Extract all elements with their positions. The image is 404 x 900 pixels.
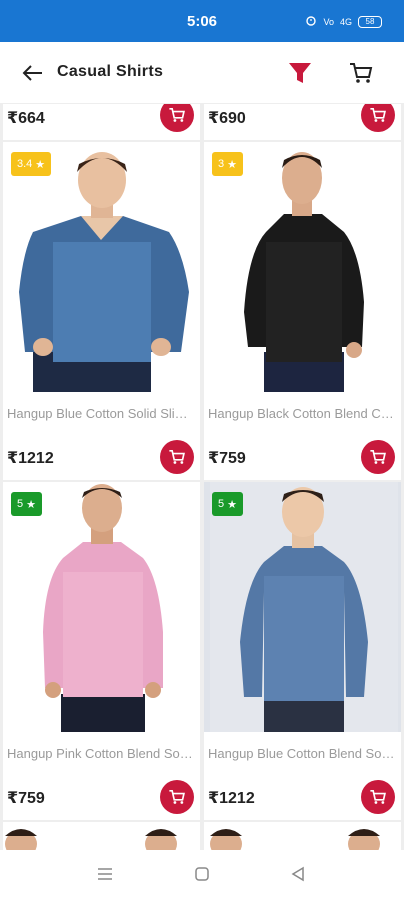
cart-icon [169, 449, 185, 464]
product-name: Hangup Black Cotton Blend Casual Shirt [208, 406, 396, 421]
cart-button[interactable] [348, 60, 376, 88]
product-price: ₹1212 [7, 450, 54, 467]
product-price: ₹1212 [208, 790, 255, 807]
battery-level: 58 [365, 16, 375, 26]
back-triangle-icon [291, 866, 304, 882]
product-image [204, 142, 401, 392]
star-icon: ★ [35, 158, 46, 171]
status-bar: 5:06 Vo 4G 58 [0, 0, 404, 42]
cart-icon [169, 789, 185, 804]
volte-icon: Vo [323, 16, 334, 27]
cart-icon [350, 63, 373, 83]
product-card-partial[interactable] [204, 822, 401, 850]
product-image [3, 822, 200, 850]
rating-value: 3 [218, 158, 225, 170]
cart-icon [370, 789, 386, 804]
home-square-icon [195, 867, 209, 881]
filter-button[interactable] [286, 59, 314, 87]
product-price: ₹759 [208, 450, 246, 467]
home-button[interactable] [194, 866, 214, 884]
star-icon: ★ [227, 158, 237, 171]
cart-icon [169, 107, 185, 122]
product-price: ₹759 [7, 790, 45, 807]
add-to-cart-button[interactable] [160, 780, 194, 814]
add-to-cart-button[interactable] [160, 440, 194, 474]
product-name: Hangup Pink Cotton Blend Solid Casual Sh… [7, 746, 195, 761]
product-image [204, 482, 401, 732]
rating-badge: 3 ★ [212, 152, 243, 176]
rating-value: 3.4 [17, 158, 33, 170]
system-back-button[interactable] [290, 866, 310, 884]
product-card-partial[interactable]: ₹664 [3, 104, 200, 140]
rating-badge: 5 ★ [11, 492, 42, 516]
star-icon: ★ [26, 498, 36, 511]
product-image [204, 822, 401, 850]
system-nav-bar [0, 850, 404, 900]
battery-icon: 58 [358, 15, 382, 28]
rating-value: 5 [17, 498, 24, 510]
app-bar: Casual Shirts [0, 42, 404, 104]
alarm-icon [305, 14, 317, 29]
recent-apps-button[interactable] [96, 866, 116, 884]
product-card[interactable]: 3 ★ Hangup Black Cotton Blend Casual Shi… [204, 142, 401, 480]
product-card[interactable]: 5 ★ Hangup Pink Cotton Blend Solid Casua… [3, 482, 200, 820]
product-price: ₹664 [7, 110, 45, 127]
status-icons: Vo 4G 58 [305, 14, 382, 29]
arrow-left-icon [22, 65, 42, 81]
product-image [3, 482, 200, 732]
product-card-partial[interactable] [3, 822, 200, 850]
add-to-cart-button[interactable] [361, 440, 395, 474]
rating-value: 5 [218, 498, 225, 510]
product-name: Hangup Blue Cotton Solid Slim Fit Casual… [7, 406, 195, 421]
product-grid: ₹664 ₹690 3.4 ★ Hangup Blue Cotton Solid… [0, 104, 404, 850]
add-to-cart-button[interactable] [361, 104, 395, 132]
product-image [3, 142, 200, 392]
cart-icon [370, 107, 386, 122]
product-card[interactable]: 3.4 ★ Hangup Blue Cotton Solid Slim Fit … [3, 142, 200, 480]
filter-icon [289, 63, 311, 83]
product-name: Hangup Blue Cotton Blend Solid Casual Sh… [208, 746, 396, 761]
add-to-cart-button[interactable] [361, 780, 395, 814]
cart-icon [370, 449, 386, 464]
page-title: Casual Shirts [57, 63, 164, 80]
rating-badge: 5 ★ [212, 492, 243, 516]
product-card-partial[interactable]: ₹690 [204, 104, 401, 140]
star-icon: ★ [227, 498, 237, 511]
product-card[interactable]: 5 ★ Hangup Blue Cotton Blend Solid Casua… [204, 482, 401, 820]
rating-badge: 3.4 ★ [11, 152, 52, 176]
back-button[interactable] [20, 60, 46, 86]
signal-text: 4G [339, 16, 352, 27]
product-price: ₹690 [208, 110, 246, 127]
menu-icon [98, 868, 112, 880]
add-to-cart-button[interactable] [160, 104, 194, 132]
